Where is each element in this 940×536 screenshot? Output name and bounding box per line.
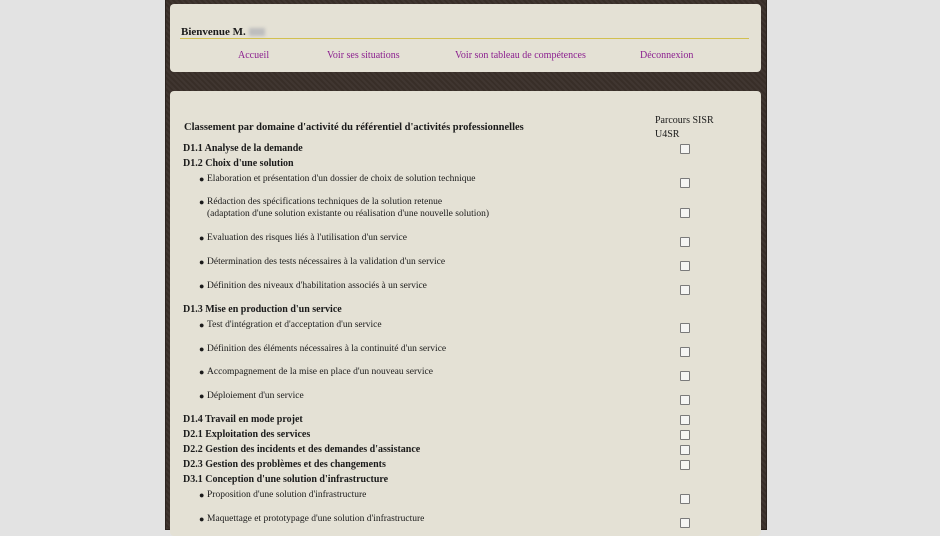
bullet: ●	[199, 490, 205, 500]
checkbox[interactable]	[680, 285, 690, 295]
bullet: ●	[199, 514, 205, 524]
bullet: ●	[199, 367, 205, 377]
checkbox[interactable]	[680, 460, 690, 470]
bullet: ●	[199, 197, 205, 207]
domain-label: D1.3 Mise en production d'un service	[183, 304, 342, 315]
item-label: Elaboration et présentation d'un dossier…	[207, 174, 476, 184]
parcours-label: Parcours SISR	[655, 115, 714, 126]
checkbox[interactable]	[680, 347, 690, 357]
nav-link-deconnexion[interactable]: Déconnexion	[640, 50, 693, 61]
checkbox[interactable]	[680, 208, 690, 218]
nav-link-situations[interactable]: Voir ses situations	[327, 50, 400, 61]
domain-label: D1.1 Analyse de la demande	[183, 143, 303, 154]
domain-label: D1.4 Travail en mode projet	[183, 414, 303, 425]
domain-label: D2.1 Exploitation des services	[183, 429, 311, 440]
bullet: ●	[199, 344, 205, 354]
item-label: Evaluation des risques liés à l'utilisat…	[207, 233, 407, 243]
redacted-name	[248, 28, 265, 37]
bullet: ●	[199, 391, 205, 401]
domain-row: D1.3 Mise en production d'un service	[183, 304, 774, 315]
checkbox[interactable]	[680, 445, 690, 455]
bullet: ●	[199, 257, 205, 267]
nav-link-competences[interactable]: Voir son tableau de compétences	[455, 50, 586, 61]
header-divider	[180, 38, 749, 39]
item-label: Définition des éléments nécessaires à la…	[207, 344, 447, 354]
bullet: ●	[199, 174, 205, 184]
domain-row: D3.1 Conception d'une solution d'infrast…	[183, 474, 774, 485]
domain-label: D2.2 Gestion des incidents et des demand…	[183, 444, 421, 455]
domain-label: D2.3 Gestion des problèmes et des change…	[183, 459, 386, 470]
checkbox[interactable]	[680, 323, 690, 333]
header-panel: Bienvenue M. Accueil Voir ses situations…	[170, 4, 761, 72]
parcours-code: U4SR	[655, 129, 680, 140]
item-label: Maquettage et prototypage d'une solution…	[207, 514, 425, 524]
bullet: ●	[199, 233, 205, 243]
item-label: Proposition d'une solution d'infrastruct…	[207, 490, 367, 500]
checkbox[interactable]	[680, 395, 690, 405]
checkbox[interactable]	[680, 178, 690, 188]
parcours-header: Parcours SISR U4SR	[655, 114, 714, 142]
checkbox[interactable]	[680, 494, 690, 504]
bullet: ●	[199, 281, 205, 291]
domain-label: D1.2 Choix d'une solution	[183, 158, 294, 169]
checkbox[interactable]	[680, 261, 690, 271]
welcome-message: Bienvenue M.	[181, 26, 265, 38]
classement-title: Classement par domaine d'activité du réf…	[184, 122, 524, 133]
item-label-detail: (adaptation d'une solution existante ou …	[207, 209, 490, 219]
checkbox[interactable]	[680, 144, 690, 154]
item-label: Test d'intégration et d'acceptation d'un…	[207, 320, 382, 330]
item-label: Définition des niveaux d'habilitation as…	[207, 281, 427, 291]
bullet: ●	[199, 320, 205, 330]
domain-row: D1.2 Choix d'une solution	[183, 158, 774, 169]
checkbox[interactable]	[680, 371, 690, 381]
checkbox[interactable]	[680, 237, 690, 247]
checkbox[interactable]	[680, 518, 690, 528]
domain-label: D3.1 Conception d'une solution d'infrast…	[183, 474, 389, 485]
item-label: Accompagnement de la mise en place d'un …	[207, 367, 433, 377]
checkbox[interactable]	[680, 415, 690, 425]
competences-panel: Parcours SISR U4SR Classement par domain…	[170, 91, 761, 536]
item-label: Déploiement d'un service	[207, 391, 304, 401]
item-label: Rédaction des spécifications techniques …	[207, 197, 443, 207]
welcome-text: Bienvenue M.	[181, 26, 246, 38]
item-label: Détermination des tests nécessaires à la…	[207, 257, 446, 267]
nav-link-accueil[interactable]: Accueil	[238, 50, 269, 61]
checkbox[interactable]	[680, 430, 690, 440]
